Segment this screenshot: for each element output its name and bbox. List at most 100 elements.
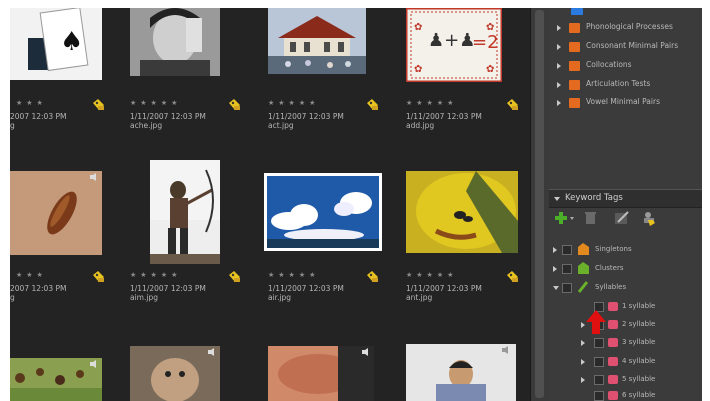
tag-orange-icon [578, 243, 589, 255]
collection-label: Vowel Minimal Pairs [586, 97, 660, 106]
right-panel: Phonological Processes Consonant Minimal… [549, 8, 702, 401]
keyword-tag-clusters[interactable]: Clusters [553, 261, 702, 278]
thumbnail-add[interactable]: ♟+♟ =2 ✿ ✿ ✿ ✿ [404, 8, 504, 84]
keyword-tag-singletons[interactable]: Singletons [553, 242, 702, 259]
tag-pink-icon [608, 338, 618, 347]
thumbnail-playing-card[interactable]: ♠ [10, 8, 102, 80]
math-text: =2 [472, 32, 499, 53]
expand-arrow-icon[interactable] [581, 322, 585, 328]
tag-label: Singletons [595, 245, 632, 253]
tag-label: 5 syllable [622, 375, 656, 383]
star-rating[interactable]: ★★★★★ [406, 99, 457, 107]
star-rating[interactable]: ★★★ [16, 271, 47, 279]
keyword-tags-header[interactable]: Keyword Tags [549, 189, 702, 208]
thumbnail-sausage[interactable] [10, 171, 102, 255]
expand-arrow-icon[interactable] [553, 266, 557, 272]
thumbnail-act[interactable] [268, 8, 366, 74]
tag-syllables-icon [578, 281, 589, 293]
collection-item[interactable]: Consonant Minimal Pairs [555, 39, 700, 55]
star-rating[interactable]: ★★★ [16, 99, 47, 107]
svg-text:♠: ♠ [60, 27, 83, 57]
thumbnail-date: 2007 12:03 PM [10, 284, 67, 293]
thumbnail-arm[interactable] [268, 346, 374, 401]
tag-label: Syllables [595, 283, 627, 291]
star-rating[interactable]: ★★★★★ [268, 271, 319, 279]
keyword-badge-icon [228, 96, 241, 110]
collapse-arrow-icon[interactable] [554, 197, 560, 201]
folder-icon [569, 80, 580, 90]
tag-checkbox[interactable] [594, 375, 604, 385]
audio-icon [90, 173, 96, 181]
collection-icon [571, 8, 583, 15]
add-dropdown-icon[interactable] [570, 217, 574, 220]
audio-icon [502, 346, 508, 354]
tag-label: 4 syllable [622, 357, 656, 365]
tag-pink-icon [608, 320, 618, 329]
star-rating[interactable]: ★★★★★ [268, 99, 319, 107]
keyword-badge-icon [366, 268, 379, 282]
thumbnail-filename: g [10, 293, 15, 302]
delete-icon[interactable] [585, 212, 596, 224]
expand-arrow-icon[interactable] [557, 100, 561, 106]
keyword-subtag[interactable]: 3 syllable [569, 335, 702, 352]
tag-checkbox[interactable] [562, 245, 572, 255]
thumbnail-ache[interactable] [130, 8, 220, 76]
expand-arrow-icon[interactable] [581, 340, 585, 346]
thumbnail-plants[interactable] [10, 358, 102, 401]
keyword-subtag[interactable]: 5 syllable [569, 372, 702, 389]
svg-text:♟+♟: ♟+♟ [428, 30, 475, 51]
thumbnail-filename: add.jpg [406, 121, 435, 130]
tag-checkbox[interactable] [594, 391, 604, 401]
collapse-arrow-icon[interactable] [553, 286, 559, 290]
thumbnail-date: 1/11/2007 12:03 PM [268, 112, 344, 121]
collection-item[interactable]: Phonological Processes [555, 20, 700, 36]
keyword-subtag[interactable]: 4 syllable [569, 354, 702, 371]
star-rating[interactable]: ★★★★★ [406, 271, 457, 279]
thumbnail-date: 1/11/2007 12:03 PM [130, 284, 206, 293]
keyword-subtag[interactable]: 6 syllable [569, 388, 702, 401]
thumbnail-aim[interactable] [150, 160, 220, 264]
svg-text:✿: ✿ [486, 22, 494, 33]
thumbnail-monkey[interactable] [130, 346, 220, 401]
thumbnail-air[interactable] [264, 173, 382, 251]
collection-item[interactable]: Articulation Tests [555, 77, 700, 93]
expand-arrow-icon[interactable] [557, 63, 561, 69]
star-rating[interactable]: ★★★★★ [130, 99, 181, 107]
expand-arrow-icon[interactable] [557, 44, 561, 50]
find-tag-icon[interactable] [642, 210, 656, 226]
keyword-badge-icon [228, 268, 241, 282]
tag-checkbox[interactable] [594, 357, 604, 367]
star-rating[interactable]: ★★★★★ [130, 271, 181, 279]
organizer-window: ♠ ♟+♟ =2 ✿ ✿ ✿ ✿ ★★★ 2007 12:03 PM g ★★★… [10, 8, 702, 401]
expand-arrow-icon[interactable] [581, 377, 585, 383]
collection-item[interactable]: Vowel Minimal Pairs [555, 95, 700, 111]
audio-icon [208, 348, 214, 356]
collection-label: Consonant Minimal Pairs [586, 41, 679, 50]
keyword-badge-icon [92, 96, 105, 110]
expand-arrow-icon[interactable] [557, 25, 561, 31]
edit-icon[interactable] [615, 211, 629, 225]
folder-icon [569, 98, 580, 108]
tag-pink-icon [608, 375, 618, 384]
thumbnail-filename: air.jpg [268, 293, 292, 302]
thumbnail-date: 2007 12:03 PM [10, 112, 67, 121]
expand-arrow-icon[interactable] [557, 82, 561, 88]
scrollbar-thumb[interactable] [535, 10, 544, 398]
tag-checkbox[interactable] [562, 283, 572, 293]
thumbnail-grid[interactable]: ♠ ♟+♟ =2 ✿ ✿ ✿ ✿ ★★★ 2007 12:03 PM g ★★★… [10, 8, 530, 401]
thumbnail-child[interactable] [406, 344, 516, 401]
audio-icon [90, 360, 96, 368]
tag-checkbox[interactable] [594, 338, 604, 348]
thumbnail-ant[interactable] [406, 171, 518, 253]
expand-arrow-icon[interactable] [553, 247, 557, 253]
tag-checkbox[interactable] [562, 264, 572, 274]
expand-arrow-icon[interactable] [581, 359, 585, 365]
tag-label: 6 syllable [622, 391, 656, 399]
collection-item[interactable]: Collocations [555, 58, 700, 74]
folder-icon [569, 23, 580, 33]
keyword-badge-icon [506, 96, 519, 110]
grid-scrollbar[interactable] [530, 8, 549, 401]
add-icon[interactable] [555, 212, 567, 224]
svg-text:✿: ✿ [486, 64, 494, 75]
keyword-tag-syllables[interactable]: Syllables [553, 280, 702, 297]
